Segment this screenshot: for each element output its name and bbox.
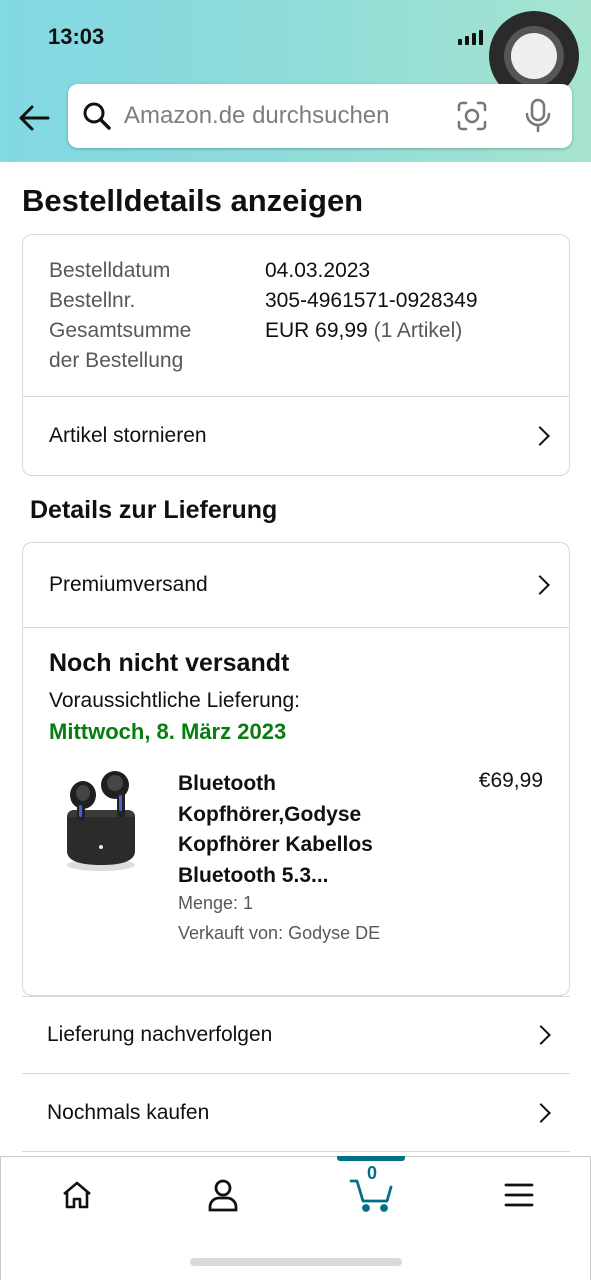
status-time: 13:03	[48, 24, 105, 49]
signal-icon	[458, 30, 483, 45]
search-bar[interactable]	[68, 84, 572, 148]
home-indicator	[190, 1258, 402, 1266]
order-number-label: Bestellnr.	[49, 289, 136, 312]
track-delivery-link[interactable]: Lieferung nachverfolgen	[22, 996, 570, 1074]
buy-again-label: Nochmals kaufen	[47, 1100, 210, 1124]
search-icon	[82, 101, 112, 136]
chevron-right-icon	[531, 1102, 551, 1123]
order-number-value: 305-4961571-0928349	[265, 289, 478, 312]
shipping-method-link[interactable]: Premiumversand	[23, 543, 569, 627]
order-date-label: Bestelldatum	[49, 259, 171, 282]
shipping-method-label: Premiumversand	[49, 573, 208, 596]
earbuds-product-image[interactable]	[63, 767, 139, 877]
back-arrow-icon[interactable]	[16, 100, 52, 136]
product-price: €69,99	[478, 769, 543, 792]
search-input[interactable]	[124, 84, 444, 148]
order-total-label-line2: der Bestellung	[49, 349, 184, 372]
track-delivery-label: Lieferung nachverfolgen	[47, 1023, 273, 1046]
cart-count-badge: 0	[367, 1163, 378, 1183]
eta-label: Voraussichtliche Lieferung:	[49, 689, 300, 712]
product-seller: Verkauft von: Godyse DE	[178, 923, 381, 943]
account-icon[interactable]	[203, 1175, 243, 1215]
chevron-right-icon	[530, 575, 550, 595]
order-total-value: EUR 69,99 (1 Artikel)	[265, 316, 462, 346]
order-total-amount: EUR 69,99	[265, 319, 368, 342]
header: 13:03	[0, 0, 591, 162]
order-total-items: (1 Artikel)	[373, 319, 463, 342]
buy-again-link[interactable]: Nochmals kaufen	[22, 1074, 570, 1152]
eta-date: Mittwoch, 8. März 2023	[49, 719, 287, 744]
chevron-right-icon	[531, 1025, 551, 1045]
product-title-link[interactable]: Bluetooth Kopfhörer,Godyse Kopfhörer Kab…	[178, 769, 428, 891]
camera-search-icon[interactable]	[456, 100, 488, 137]
cart-tab-indicator	[337, 1156, 405, 1161]
delivery-card: Premiumversand Noch nicht versandt Vorau…	[22, 542, 570, 996]
order-summary-card: Bestelldatum 04.03.2023 Bestellnr. 305-4…	[22, 234, 570, 476]
shipment-status: Noch nicht versandt	[49, 649, 290, 677]
microphone-icon[interactable]	[524, 98, 552, 139]
delivery-section-title: Details zur Lieferung	[30, 496, 278, 524]
home-icon[interactable]	[57, 1175, 97, 1215]
page-title: Bestelldetails anzeigen	[22, 183, 364, 218]
order-total-label-line1: Gesamtsumme	[49, 319, 192, 342]
cancel-items-label: Artikel stornieren	[49, 424, 207, 447]
order-date-value: 04.03.2023	[265, 259, 371, 282]
divider	[23, 627, 569, 628]
menu-icon[interactable]	[499, 1175, 539, 1215]
cancel-items-link[interactable]: Artikel stornieren	[23, 397, 569, 475]
chevron-right-icon	[530, 426, 550, 446]
product-quantity: Menge: 1	[178, 893, 254, 913]
